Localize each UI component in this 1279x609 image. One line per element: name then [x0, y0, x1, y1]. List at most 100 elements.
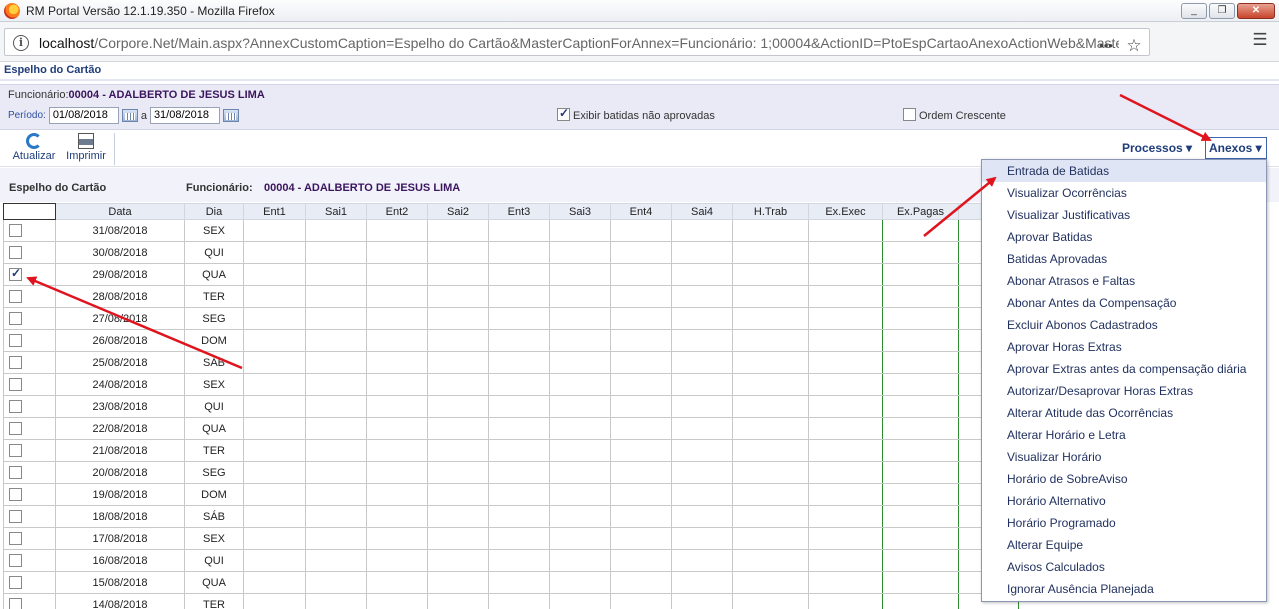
time-cell[interactable]: [243, 505, 306, 528]
time-cell[interactable]: [427, 571, 489, 594]
time-cell[interactable]: [305, 593, 367, 609]
time-cell[interactable]: [427, 219, 489, 242]
time-cell[interactable]: [366, 351, 428, 374]
time-cell[interactable]: [366, 263, 428, 286]
time-cell[interactable]: [243, 461, 306, 484]
time-cell[interactable]: [732, 351, 809, 374]
time-cell[interactable]: [882, 571, 959, 594]
menu-item[interactable]: Visualizar Ocorrências: [982, 182, 1266, 204]
hamburger-menu-icon[interactable]: ☰: [1249, 30, 1271, 50]
table-row[interactable]: 23/08/2018 QUI: [3, 395, 1019, 418]
time-cell[interactable]: [427, 417, 489, 440]
time-cell[interactable]: [427, 241, 489, 264]
time-cell[interactable]: [243, 373, 306, 396]
menu-item[interactable]: Batidas Aprovadas: [982, 248, 1266, 270]
time-cell[interactable]: [549, 439, 611, 462]
time-cell[interactable]: [882, 395, 959, 418]
time-cell[interactable]: [610, 461, 672, 484]
time-cell[interactable]: [671, 505, 733, 528]
row-checkbox[interactable]: [9, 532, 22, 545]
time-cell[interactable]: [366, 329, 428, 352]
time-cell[interactable]: [366, 527, 428, 550]
time-cell[interactable]: [366, 241, 428, 264]
row-checkbox[interactable]: [9, 246, 22, 259]
time-cell[interactable]: [305, 483, 367, 506]
time-cell[interactable]: [671, 483, 733, 506]
time-cell[interactable]: [243, 593, 306, 609]
time-cell[interactable]: [549, 351, 611, 374]
row-checkbox[interactable]: [9, 598, 22, 609]
time-cell[interactable]: [882, 373, 959, 396]
time-cell[interactable]: [549, 263, 611, 286]
menu-item[interactable]: Aprovar Batidas: [982, 226, 1266, 248]
time-cell[interactable]: [305, 351, 367, 374]
time-cell[interactable]: [610, 373, 672, 396]
time-cell[interactable]: [243, 307, 306, 330]
time-cell[interactable]: [243, 439, 306, 462]
time-cell[interactable]: [488, 483, 550, 506]
time-cell[interactable]: [808, 241, 883, 264]
time-cell[interactable]: [732, 241, 809, 264]
table-row[interactable]: 19/08/2018 DOM: [3, 483, 1019, 506]
time-cell[interactable]: [366, 307, 428, 330]
time-cell[interactable]: [610, 527, 672, 550]
time-cell[interactable]: [610, 219, 672, 242]
table-row[interactable]: 28/08/2018 TER: [3, 285, 1019, 308]
minimize-button[interactable]: _: [1181, 3, 1207, 19]
time-cell[interactable]: [732, 439, 809, 462]
time-cell[interactable]: [305, 527, 367, 550]
time-cell[interactable]: [488, 505, 550, 528]
time-cell[interactable]: [808, 285, 883, 308]
time-cell[interactable]: [488, 549, 550, 572]
time-cell[interactable]: [808, 571, 883, 594]
time-cell[interactable]: [488, 241, 550, 264]
time-cell[interactable]: [882, 241, 959, 264]
select-all-header[interactable]: [3, 203, 56, 220]
time-cell[interactable]: [305, 241, 367, 264]
time-cell[interactable]: [808, 395, 883, 418]
page-actions-icon[interactable]: •••: [1095, 38, 1117, 53]
time-cell[interactable]: [366, 461, 428, 484]
time-cell[interactable]: [366, 285, 428, 308]
time-cell[interactable]: [732, 263, 809, 286]
time-cell[interactable]: [671, 395, 733, 418]
time-cell[interactable]: [427, 483, 489, 506]
time-cell[interactable]: [366, 439, 428, 462]
time-cell[interactable]: [305, 505, 367, 528]
time-cell[interactable]: [488, 329, 550, 352]
time-cell[interactable]: [427, 329, 489, 352]
time-cell[interactable]: [488, 373, 550, 396]
time-cell[interactable]: [549, 527, 611, 550]
time-cell[interactable]: [305, 395, 367, 418]
time-cell[interactable]: [427, 527, 489, 550]
time-cell[interactable]: [427, 307, 489, 330]
time-cell[interactable]: [488, 527, 550, 550]
time-cell[interactable]: [243, 351, 306, 374]
menu-item[interactable]: Avisos Calculados: [982, 556, 1266, 578]
time-cell[interactable]: [671, 549, 733, 572]
row-checkbox[interactable]: [9, 266, 22, 281]
time-cell[interactable]: [305, 461, 367, 484]
time-cell[interactable]: [305, 219, 367, 242]
url-text[interactable]: localhost/Corpore.Net/Main.aspx?AnnexCus…: [39, 35, 1119, 51]
row-checkbox[interactable]: [9, 488, 22, 501]
row-checkbox[interactable]: [9, 224, 22, 237]
time-cell[interactable]: [488, 351, 550, 374]
time-cell[interactable]: [366, 373, 428, 396]
row-checkbox[interactable]: [9, 356, 22, 369]
time-cell[interactable]: [305, 373, 367, 396]
time-cell[interactable]: [882, 549, 959, 572]
menu-item[interactable]: Abonar Antes da Compensação: [982, 292, 1266, 314]
menu-item[interactable]: Excluir Abonos Cadastrados: [982, 314, 1266, 336]
time-cell[interactable]: [732, 373, 809, 396]
time-cell[interactable]: [808, 527, 883, 550]
table-row[interactable]: 31/08/2018 SEX: [3, 219, 1019, 242]
row-checkbox[interactable]: [9, 422, 22, 435]
time-cell[interactable]: [549, 373, 611, 396]
time-cell[interactable]: [610, 241, 672, 264]
time-cell[interactable]: [610, 417, 672, 440]
time-cell[interactable]: [488, 461, 550, 484]
time-cell[interactable]: [610, 329, 672, 352]
time-cell[interactable]: [671, 329, 733, 352]
bookmark-star-icon[interactable]: ☆: [1123, 36, 1145, 56]
